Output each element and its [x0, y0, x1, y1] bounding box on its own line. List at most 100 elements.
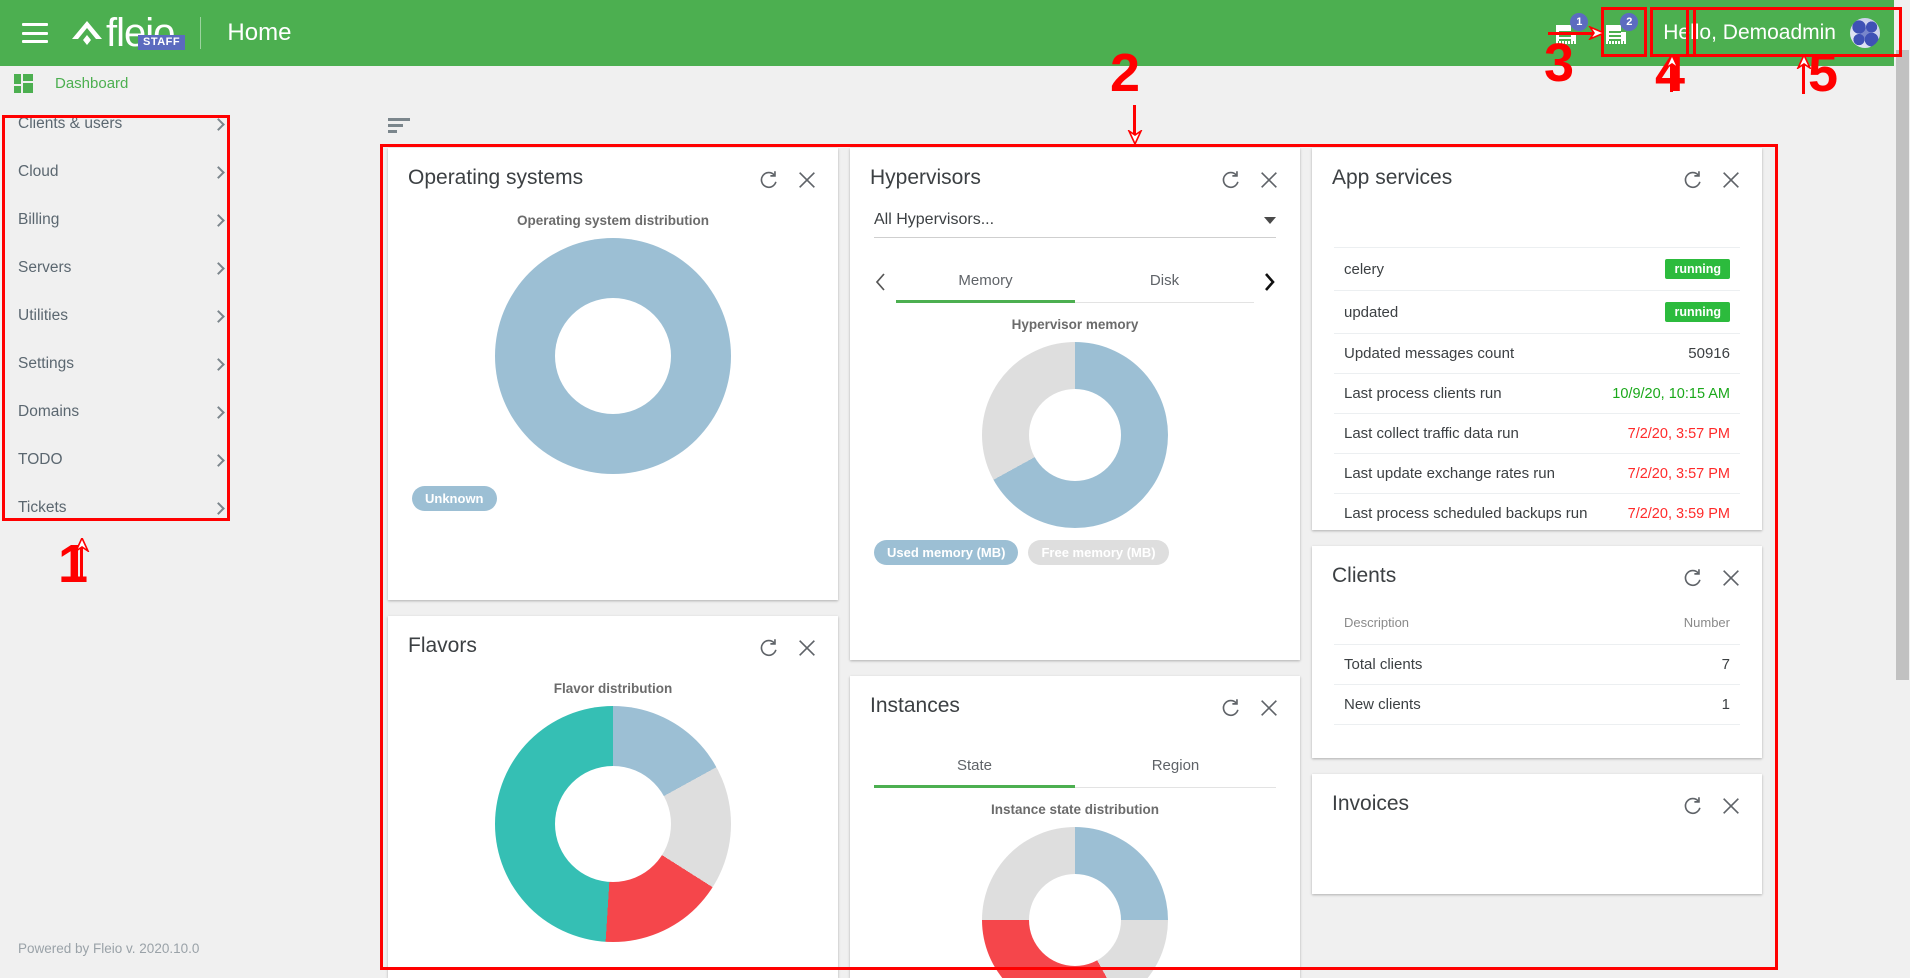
- widget-actions: [1220, 694, 1280, 719]
- chevron-left-icon[interactable]: [866, 260, 896, 303]
- tab-disk[interactable]: Disk: [1075, 260, 1254, 302]
- staff-badge: STAFF: [138, 35, 185, 50]
- row-value: 7/2/20, 3:59 PM: [1628, 506, 1730, 522]
- widget-title: Flavors: [408, 634, 477, 658]
- refresh-icon[interactable]: [1682, 795, 1704, 817]
- refresh-icon[interactable]: [1220, 697, 1242, 719]
- close-icon[interactable]: [796, 169, 818, 191]
- widget-title: App services: [1332, 166, 1452, 190]
- chevron-right-icon[interactable]: [1254, 260, 1284, 303]
- close-icon[interactable]: [1720, 795, 1742, 817]
- widget-actions: [1682, 564, 1742, 589]
- chart-title: Instance state distribution: [850, 802, 1300, 817]
- chevron-right-icon: [212, 262, 225, 275]
- hypervisor-tabs: Memory Disk: [896, 260, 1254, 303]
- document-notification-button[interactable]: 1: [1545, 11, 1589, 55]
- top-app-bar: fleio STAFF Home 1 2 Hello, Demoadmin: [0, 0, 1894, 66]
- invoice-notification-button[interactable]: 2: [1595, 11, 1639, 55]
- sidebar-item-label: TODO: [18, 451, 63, 469]
- sort-descending-icon[interactable]: [388, 118, 410, 135]
- user-menu-button[interactable]: Hello, Demoadmin: [1645, 11, 1894, 55]
- column-header-number: Number: [1684, 615, 1730, 630]
- widget-title: Instances: [870, 694, 960, 718]
- refresh-icon[interactable]: [1682, 567, 1704, 589]
- widget-actions: [1682, 166, 1742, 191]
- widget-actions: [1220, 166, 1280, 191]
- row-label: New clients: [1344, 696, 1421, 713]
- clients-table: Description Number Total clients 7 New c…: [1312, 615, 1762, 735]
- sidebar-item-domains[interactable]: Domains: [0, 388, 237, 436]
- app-services-table: celery running updated running Updated m…: [1312, 247, 1762, 530]
- row-label: celery: [1344, 261, 1384, 278]
- widget-header: Operating systems: [388, 148, 838, 191]
- breadcrumb: Dashboard: [0, 66, 128, 100]
- widget-title: Invoices: [1332, 792, 1409, 816]
- refresh-icon[interactable]: [758, 169, 780, 191]
- sidebar-item-settings[interactable]: Settings: [0, 340, 237, 388]
- sidebar-item-cloud[interactable]: Cloud: [0, 148, 237, 196]
- annotation-leader-2: [1133, 105, 1136, 139]
- chevron-right-icon: [212, 502, 225, 515]
- widget-hypervisors: Hypervisors All Hypervisors...: [850, 148, 1300, 660]
- refresh-icon[interactable]: [1682, 169, 1704, 191]
- donut-chart: [495, 238, 731, 474]
- refresh-icon[interactable]: [758, 637, 780, 659]
- legend-chip-used-memory[interactable]: Used memory (MB): [874, 540, 1018, 565]
- tab-memory[interactable]: Memory: [896, 260, 1075, 302]
- sidebar-item-tickets[interactable]: Tickets: [0, 484, 237, 532]
- hypervisor-select[interactable]: All Hypervisors...: [874, 207, 1276, 238]
- widget-header: Invoices: [1312, 774, 1762, 817]
- widget-actions: [758, 634, 818, 659]
- chevron-right-icon: [212, 118, 225, 131]
- fleio-logo[interactable]: fleio STAFF: [70, 13, 174, 53]
- hamburger-menu-icon[interactable]: [22, 23, 48, 43]
- chart-title: Flavor distribution: [388, 681, 838, 696]
- page-title: Home: [227, 19, 291, 47]
- chevron-right-icon: [212, 214, 225, 227]
- tab-state[interactable]: State: [874, 745, 1075, 787]
- chart-legend: Unknown: [388, 474, 838, 529]
- sidebar-item-utilities[interactable]: Utilities: [0, 292, 237, 340]
- page-scrollbar-thumb[interactable]: [1896, 50, 1909, 680]
- widget-header: Flavors: [388, 616, 838, 659]
- widget-instances: Instances State Region Instance state di…: [850, 676, 1300, 978]
- widget-actions: [758, 166, 818, 191]
- row-value: 7/2/20, 3:57 PM: [1628, 426, 1730, 442]
- fleio-chevron-icon: [70, 18, 104, 48]
- sidebar-item-label: Settings: [18, 355, 74, 373]
- row-label: Updated messages count: [1344, 345, 1514, 362]
- legend-chip-free-memory[interactable]: Free memory (MB): [1028, 540, 1168, 565]
- chart-legend: Used memory (MB) Free memory (MB): [850, 528, 1300, 583]
- close-icon[interactable]: [1720, 567, 1742, 589]
- appbar-right-actions: 1 2 Hello, Demoadmin: [1545, 0, 1894, 66]
- table-row: Last update exchange rates run 7/2/20, 3…: [1334, 453, 1740, 493]
- refresh-icon[interactable]: [1220, 169, 1242, 191]
- widget-operating-systems: Operating systems Operating system distr…: [388, 148, 838, 600]
- tab-region[interactable]: Region: [1075, 745, 1276, 787]
- user-greeting: Hello, Demoadmin: [1663, 21, 1836, 45]
- donut-chart: [495, 706, 731, 942]
- chevron-right-icon: [212, 310, 225, 323]
- close-icon[interactable]: [796, 637, 818, 659]
- sidebar-item-clients-users[interactable]: Clients & users: [0, 100, 237, 148]
- close-icon[interactable]: [1720, 169, 1742, 191]
- invoice-notification-badge: 2: [1620, 13, 1638, 31]
- close-icon[interactable]: [1258, 697, 1280, 719]
- close-icon[interactable]: [1258, 169, 1280, 191]
- chart-instance-state-distribution: [850, 827, 1300, 978]
- hypervisor-tabs-row: Memory Disk: [866, 260, 1284, 303]
- instance-tabs: State Region: [874, 745, 1276, 788]
- table-row: celery running: [1334, 247, 1740, 290]
- widget-title: Operating systems: [408, 166, 583, 190]
- sidebar-item-label: Domains: [18, 403, 79, 421]
- sidebar-item-servers[interactable]: Servers: [0, 244, 237, 292]
- row-label: Last collect traffic data run: [1344, 425, 1519, 442]
- donut-chart: [982, 342, 1168, 528]
- sidebar-item-label: Billing: [18, 211, 59, 229]
- sidebar-item-todo[interactable]: TODO: [0, 436, 237, 484]
- sidebar-item-billing[interactable]: Billing: [0, 196, 237, 244]
- row-value: 7: [1722, 656, 1730, 673]
- row-label: Last process scheduled backups run: [1344, 505, 1587, 522]
- legend-chip-unknown[interactable]: Unknown: [412, 486, 497, 511]
- breadcrumb-label[interactable]: Dashboard: [55, 75, 128, 92]
